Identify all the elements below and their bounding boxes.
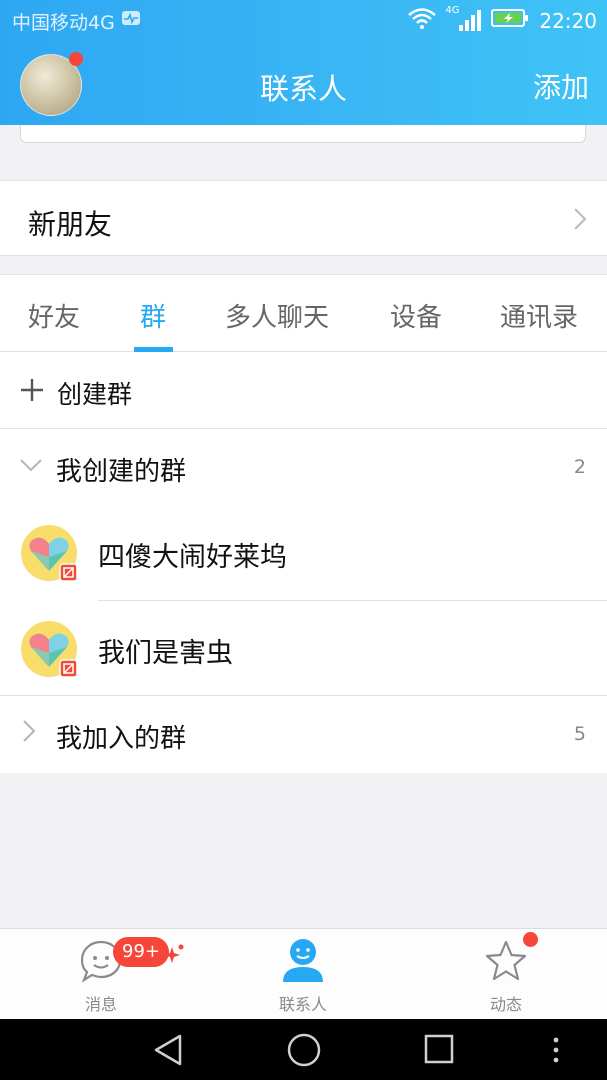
header: 中国移动4G 4G 22:20 联系人 添加 (0, 0, 607, 125)
group-avatar-icon (20, 620, 78, 678)
create-group-label: 创建群 (57, 380, 133, 409)
system-nav-bar (0, 1019, 607, 1080)
chevron-right-icon (573, 207, 587, 235)
joined-groups-label: 我加入的群 (56, 724, 187, 754)
group-list: 创建群 我创建的群 2 四傻大闹好莱坞 我们是害虫 我加入的群 5 (0, 352, 607, 773)
sparkle-icon (160, 941, 186, 971)
status-right: 4G 22:20 (407, 5, 597, 34)
tab-messages-label: 消息 (84, 995, 117, 1014)
status-left: 中国移动4G (12, 8, 141, 35)
group-avatar-icon (20, 524, 78, 582)
chevron-down-icon (20, 457, 42, 476)
tab-devices[interactable]: 设备 (390, 297, 442, 334)
plus-icon (20, 378, 44, 406)
created-groups-label: 我创建的群 (56, 457, 187, 487)
health-icon (121, 10, 141, 33)
joined-groups-header[interactable]: 我加入的群 5 (0, 696, 607, 772)
tab-moments[interactable]: 动态 (446, 929, 566, 1020)
contact-tabs: 好友 群 多人聊天 设备 通讯录 (0, 274, 607, 352)
recents-icon[interactable] (423, 1033, 455, 1069)
chevron-right-icon (22, 720, 36, 746)
status-bar: 中国移动4G 4G 22:20 (0, 0, 607, 40)
battery-charging-icon (491, 8, 529, 33)
tab-address-book[interactable]: 通讯录 (500, 297, 578, 334)
tab-contacts-label: 联系人 (278, 995, 327, 1014)
star-icon (484, 939, 528, 987)
tab-contacts[interactable]: 联系人 (243, 929, 363, 1020)
back-icon[interactable] (152, 1033, 184, 1071)
group-name: 我们是害虫 (98, 638, 233, 669)
menu-dots-icon[interactable] (551, 1037, 561, 1067)
network-type-label: 4G (445, 4, 460, 16)
clock: 22:20 (539, 8, 597, 33)
create-group-button[interactable]: 创建群 (0, 352, 607, 429)
created-groups-count: 2 (573, 456, 586, 478)
list-item[interactable]: 我们是害虫 (0, 601, 607, 696)
avatar-notification-dot (69, 52, 83, 66)
contact-person-icon (281, 937, 325, 987)
wifi-icon (407, 7, 437, 34)
add-button[interactable]: 添加 (533, 66, 589, 106)
search-bar[interactable] (20, 125, 586, 143)
list-item[interactable]: 四傻大闹好莱坞 (0, 505, 607, 600)
created-groups-header[interactable]: 我创建的群 2 (0, 429, 607, 505)
home-icon[interactable] (286, 1032, 322, 1072)
joined-groups-count: 5 (573, 723, 586, 745)
tab-friends[interactable]: 好友 (28, 297, 80, 334)
new-friends-row[interactable]: 新朋友 (0, 180, 607, 256)
bottom-tab-bar: 消息 99+ 联系人 动态 (0, 928, 607, 1019)
group-name: 四傻大闹好莱坞 (98, 542, 287, 573)
signal-icon: 4G (445, 5, 482, 33)
page-title: 联系人 (259, 72, 347, 106)
carrier-label: 中国移动4G (12, 12, 115, 34)
tab-multi-chat[interactable]: 多人聊天 (225, 297, 329, 334)
new-friends-label: 新朋友 (28, 208, 113, 241)
moments-notification-dot (523, 932, 538, 947)
title-bar: 联系人 添加 (0, 42, 607, 125)
tab-groups[interactable]: 群 (140, 297, 166, 334)
tab-moments-label: 动态 (489, 995, 522, 1014)
